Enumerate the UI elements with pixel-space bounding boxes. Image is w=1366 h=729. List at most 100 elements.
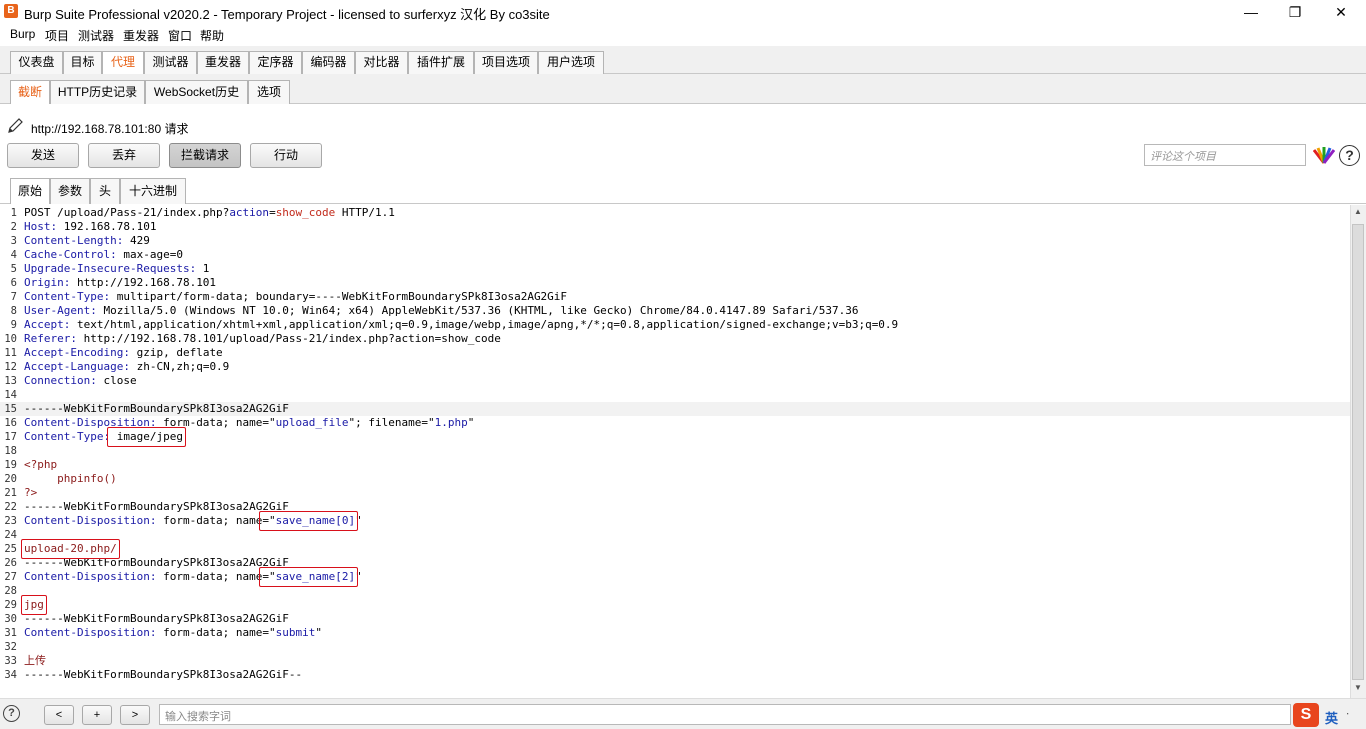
scrollbar-thumb[interactable] — [1352, 224, 1364, 680]
menu-window[interactable]: 窗口 — [168, 27, 192, 44]
line-token: max-age=0 — [116, 248, 183, 261]
search-input[interactable]: 输入搜索字词 — [159, 704, 1291, 725]
tab-comparer[interactable]: 对比器 — [355, 51, 408, 74]
ime-language-indicator[interactable]: 英 — [1325, 708, 1338, 727]
editor-line[interactable]: 33 上传 — [0, 654, 1350, 668]
highlight-color-icon[interactable] — [1313, 146, 1335, 164]
intercept-toggle-button[interactable]: 拦截请求 — [169, 143, 241, 168]
request-editor[interactable]: 1 POST /upload/Pass-21/index.php?action=s… — [0, 205, 1350, 698]
tab-http-history[interactable]: HTTP历史记录 — [50, 80, 145, 104]
editor-line[interactable]: 17 Content-Type: image/jpeg — [0, 430, 1350, 444]
editor-line[interactable]: 18 — [0, 444, 1350, 458]
tab-hex[interactable]: 十六进制 — [120, 178, 186, 204]
tab-extender[interactable]: 插件扩展 — [408, 51, 474, 74]
line-number: 2 — [10, 221, 17, 233]
tab-repeater[interactable]: 重发器 — [197, 51, 249, 74]
message-view-tab-bar: 原始 参数 头 十六进制 — [0, 178, 1366, 204]
comment-input[interactable]: 评论这个项目 — [1144, 144, 1306, 166]
editor-line[interactable]: 1 POST /upload/Pass-21/index.php?action=s… — [0, 206, 1350, 220]
menu-burp[interactable]: Burp — [10, 27, 35, 41]
editor-line[interactable]: 5 Upgrade-Insecure-Requests: 1 — [0, 262, 1350, 276]
editor-line[interactable]: 3 Content-Length: 429 — [0, 234, 1350, 248]
editor-line[interactable]: 20 phpinfo() — [0, 472, 1350, 486]
line-text: Accept-Language: zh-CN,zh;q=0.9 — [24, 360, 229, 374]
next-match-button[interactable]: > — [120, 705, 150, 725]
tab-user-options[interactable]: 用户选项 — [538, 51, 604, 74]
tab-headers[interactable]: 头 — [90, 178, 120, 204]
line-token: close — [96, 374, 137, 387]
editor-line[interactable]: 22 ------WebKitFormBoundarySPk8I3osa2AG2G… — [0, 500, 1350, 514]
line-token: 1 — [196, 262, 210, 275]
editor-line[interactable]: 2 Host: 192.168.78.101 — [0, 220, 1350, 234]
editor-line[interactable]: 23 Content-Disposition: form-data; name="… — [0, 514, 1350, 528]
tab-dashboard[interactable]: 仪表盘 — [10, 51, 63, 74]
editor-line[interactable]: 24 — [0, 528, 1350, 542]
editor-line[interactable]: 26 ------WebKitFormBoundarySPk8I3osa2AG2G… — [0, 556, 1350, 570]
window-title: Burp Suite Professional v2020.2 - Tempor… — [24, 7, 550, 22]
editor-line[interactable]: 15 ------WebKitFormBoundarySPk8I3osa2AG2G… — [0, 402, 1350, 416]
line-token: Mozilla/5.0 (Windows NT 10.0; Win64; x64… — [96, 304, 859, 317]
tab-sequencer[interactable]: 定序器 — [249, 51, 302, 74]
line-token: "; filename=" — [348, 416, 435, 429]
forward-button[interactable]: 发送 — [7, 143, 79, 168]
search-options-button[interactable]: + — [82, 705, 112, 725]
scroll-up-icon[interactable]: ▲ — [1352, 207, 1364, 221]
tab-intruder[interactable]: 测试器 — [144, 51, 197, 74]
editor-line[interactable]: 27 Content-Disposition: form-data; name="… — [0, 570, 1350, 584]
search-help-icon[interactable]: ? — [3, 705, 20, 722]
editor-line[interactable]: 11 Accept-Encoding: gzip, deflate — [0, 346, 1350, 360]
editor-line[interactable]: 13 Connection: close — [0, 374, 1350, 388]
editor-line[interactable]: 16 Content-Disposition: form-data; name="… — [0, 416, 1350, 430]
editor-line[interactable]: 30 ------WebKitFormBoundarySPk8I3osa2AG2G… — [0, 612, 1350, 626]
editor-line[interactable]: 9 Accept: text/html,application/xhtml+xml… — [0, 318, 1350, 332]
drop-button[interactable]: 丢弃 — [88, 143, 160, 168]
close-icon[interactable]: ✕ — [1318, 0, 1364, 24]
tab-intercept[interactable]: 截断 — [10, 80, 50, 104]
line-token: ------WebKitFormBoundarySPk8I3osa2AG2GiF — [24, 500, 289, 513]
line-number: 12 — [4, 361, 17, 373]
line-token: Host: — [24, 220, 58, 233]
editor-line[interactable]: 28 — [0, 584, 1350, 598]
editor-line[interactable]: 21 ?> — [0, 486, 1350, 500]
editor-line[interactable]: 29 jpg — [0, 598, 1350, 612]
menu-intruder[interactable]: 测试器 — [78, 27, 114, 44]
previous-match-button[interactable]: < — [44, 705, 74, 725]
editor-line[interactable]: 32 — [0, 640, 1350, 654]
scroll-down-icon[interactable]: ▼ — [1352, 683, 1364, 697]
editor-line[interactable]: 14 — [0, 388, 1350, 402]
editor-line[interactable]: 34 ------WebKitFormBoundarySPk8I3osa2AG2G… — [0, 668, 1350, 682]
line-text: Referer: http://192.168.78.101/upload/Pa… — [24, 332, 501, 346]
editor-line[interactable]: 12 Accept-Language: zh-CN,zh;q=0.9 — [0, 360, 1350, 374]
tab-websocket-history[interactable]: WebSocket历史 — [145, 80, 248, 104]
line-token: Content-Type: — [24, 290, 111, 303]
action-button[interactable]: 行动 — [250, 143, 322, 168]
help-icon[interactable]: ? — [1339, 145, 1360, 166]
editor-line[interactable]: 31 Content-Disposition: form-data; name="… — [0, 626, 1350, 640]
editor-line[interactable]: 7 Content-Type: multipart/form-data; boun… — [0, 290, 1350, 304]
pencil-icon — [8, 118, 23, 133]
minimize-icon[interactable]: — — [1228, 0, 1274, 24]
maximize-icon[interactable]: ❐ — [1272, 0, 1318, 24]
tab-params[interactable]: 参数 — [50, 178, 90, 204]
tab-raw[interactable]: 原始 — [10, 178, 50, 204]
editor-line[interactable]: 25 upload-20.php/ — [0, 542, 1350, 556]
menu-project[interactable]: 项目 — [45, 27, 69, 44]
tab-target[interactable]: 目标 — [63, 51, 102, 74]
editor-line[interactable]: 8 User-Agent: Mozilla/5.0 (Windows NT 10.… — [0, 304, 1350, 318]
editor-line[interactable]: 6 Origin: http://192.168.78.101 — [0, 276, 1350, 290]
editor-line[interactable]: 4 Cache-Control: max-age=0 — [0, 248, 1350, 262]
editor-line[interactable]: 10 Referer: http://192.168.78.101/upload/… — [0, 332, 1350, 346]
menu-help[interactable]: 帮助 — [200, 27, 224, 44]
tab-decoder[interactable]: 编码器 — [302, 51, 355, 74]
line-token: text/html,application/xhtml+xml,applicat… — [70, 318, 899, 331]
ime-logo-icon[interactable]: S — [1293, 703, 1319, 727]
menu-repeater[interactable]: 重发器 — [123, 27, 159, 44]
tab-project-options[interactable]: 项目选项 — [474, 51, 538, 74]
tab-options[interactable]: 选项 — [248, 80, 290, 104]
line-number: 4 — [10, 249, 17, 261]
editor-line[interactable]: 19 <?php — [0, 458, 1350, 472]
tab-proxy[interactable]: 代理 — [102, 51, 144, 74]
line-token: POST /upload/Pass-21/index.php? — [24, 206, 230, 219]
line-token: action — [229, 206, 270, 219]
line-number: 23 — [4, 515, 17, 527]
